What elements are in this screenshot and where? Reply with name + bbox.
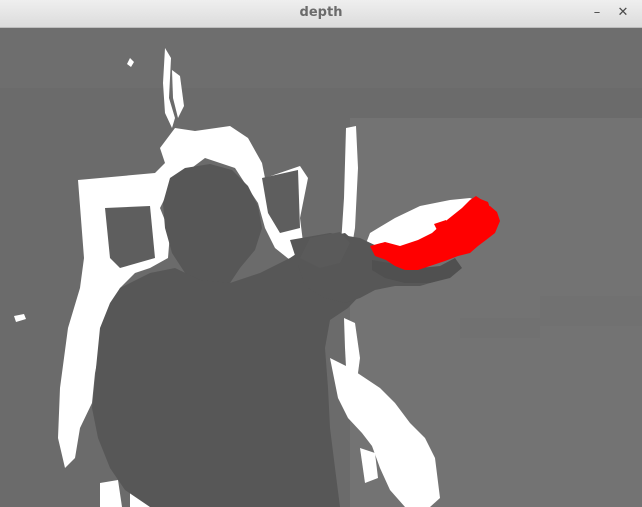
minimize-icon[interactable]: – — [588, 4, 606, 22]
depth-image-canvas — [0, 28, 642, 507]
depth-image — [0, 28, 642, 507]
app-window: depth – ✕ — [0, 0, 642, 507]
close-icon[interactable]: ✕ — [614, 4, 632, 22]
window-title: depth — [299, 5, 343, 20]
title-bar[interactable]: depth – ✕ — [0, 0, 642, 28]
upper-region — [0, 28, 642, 88]
